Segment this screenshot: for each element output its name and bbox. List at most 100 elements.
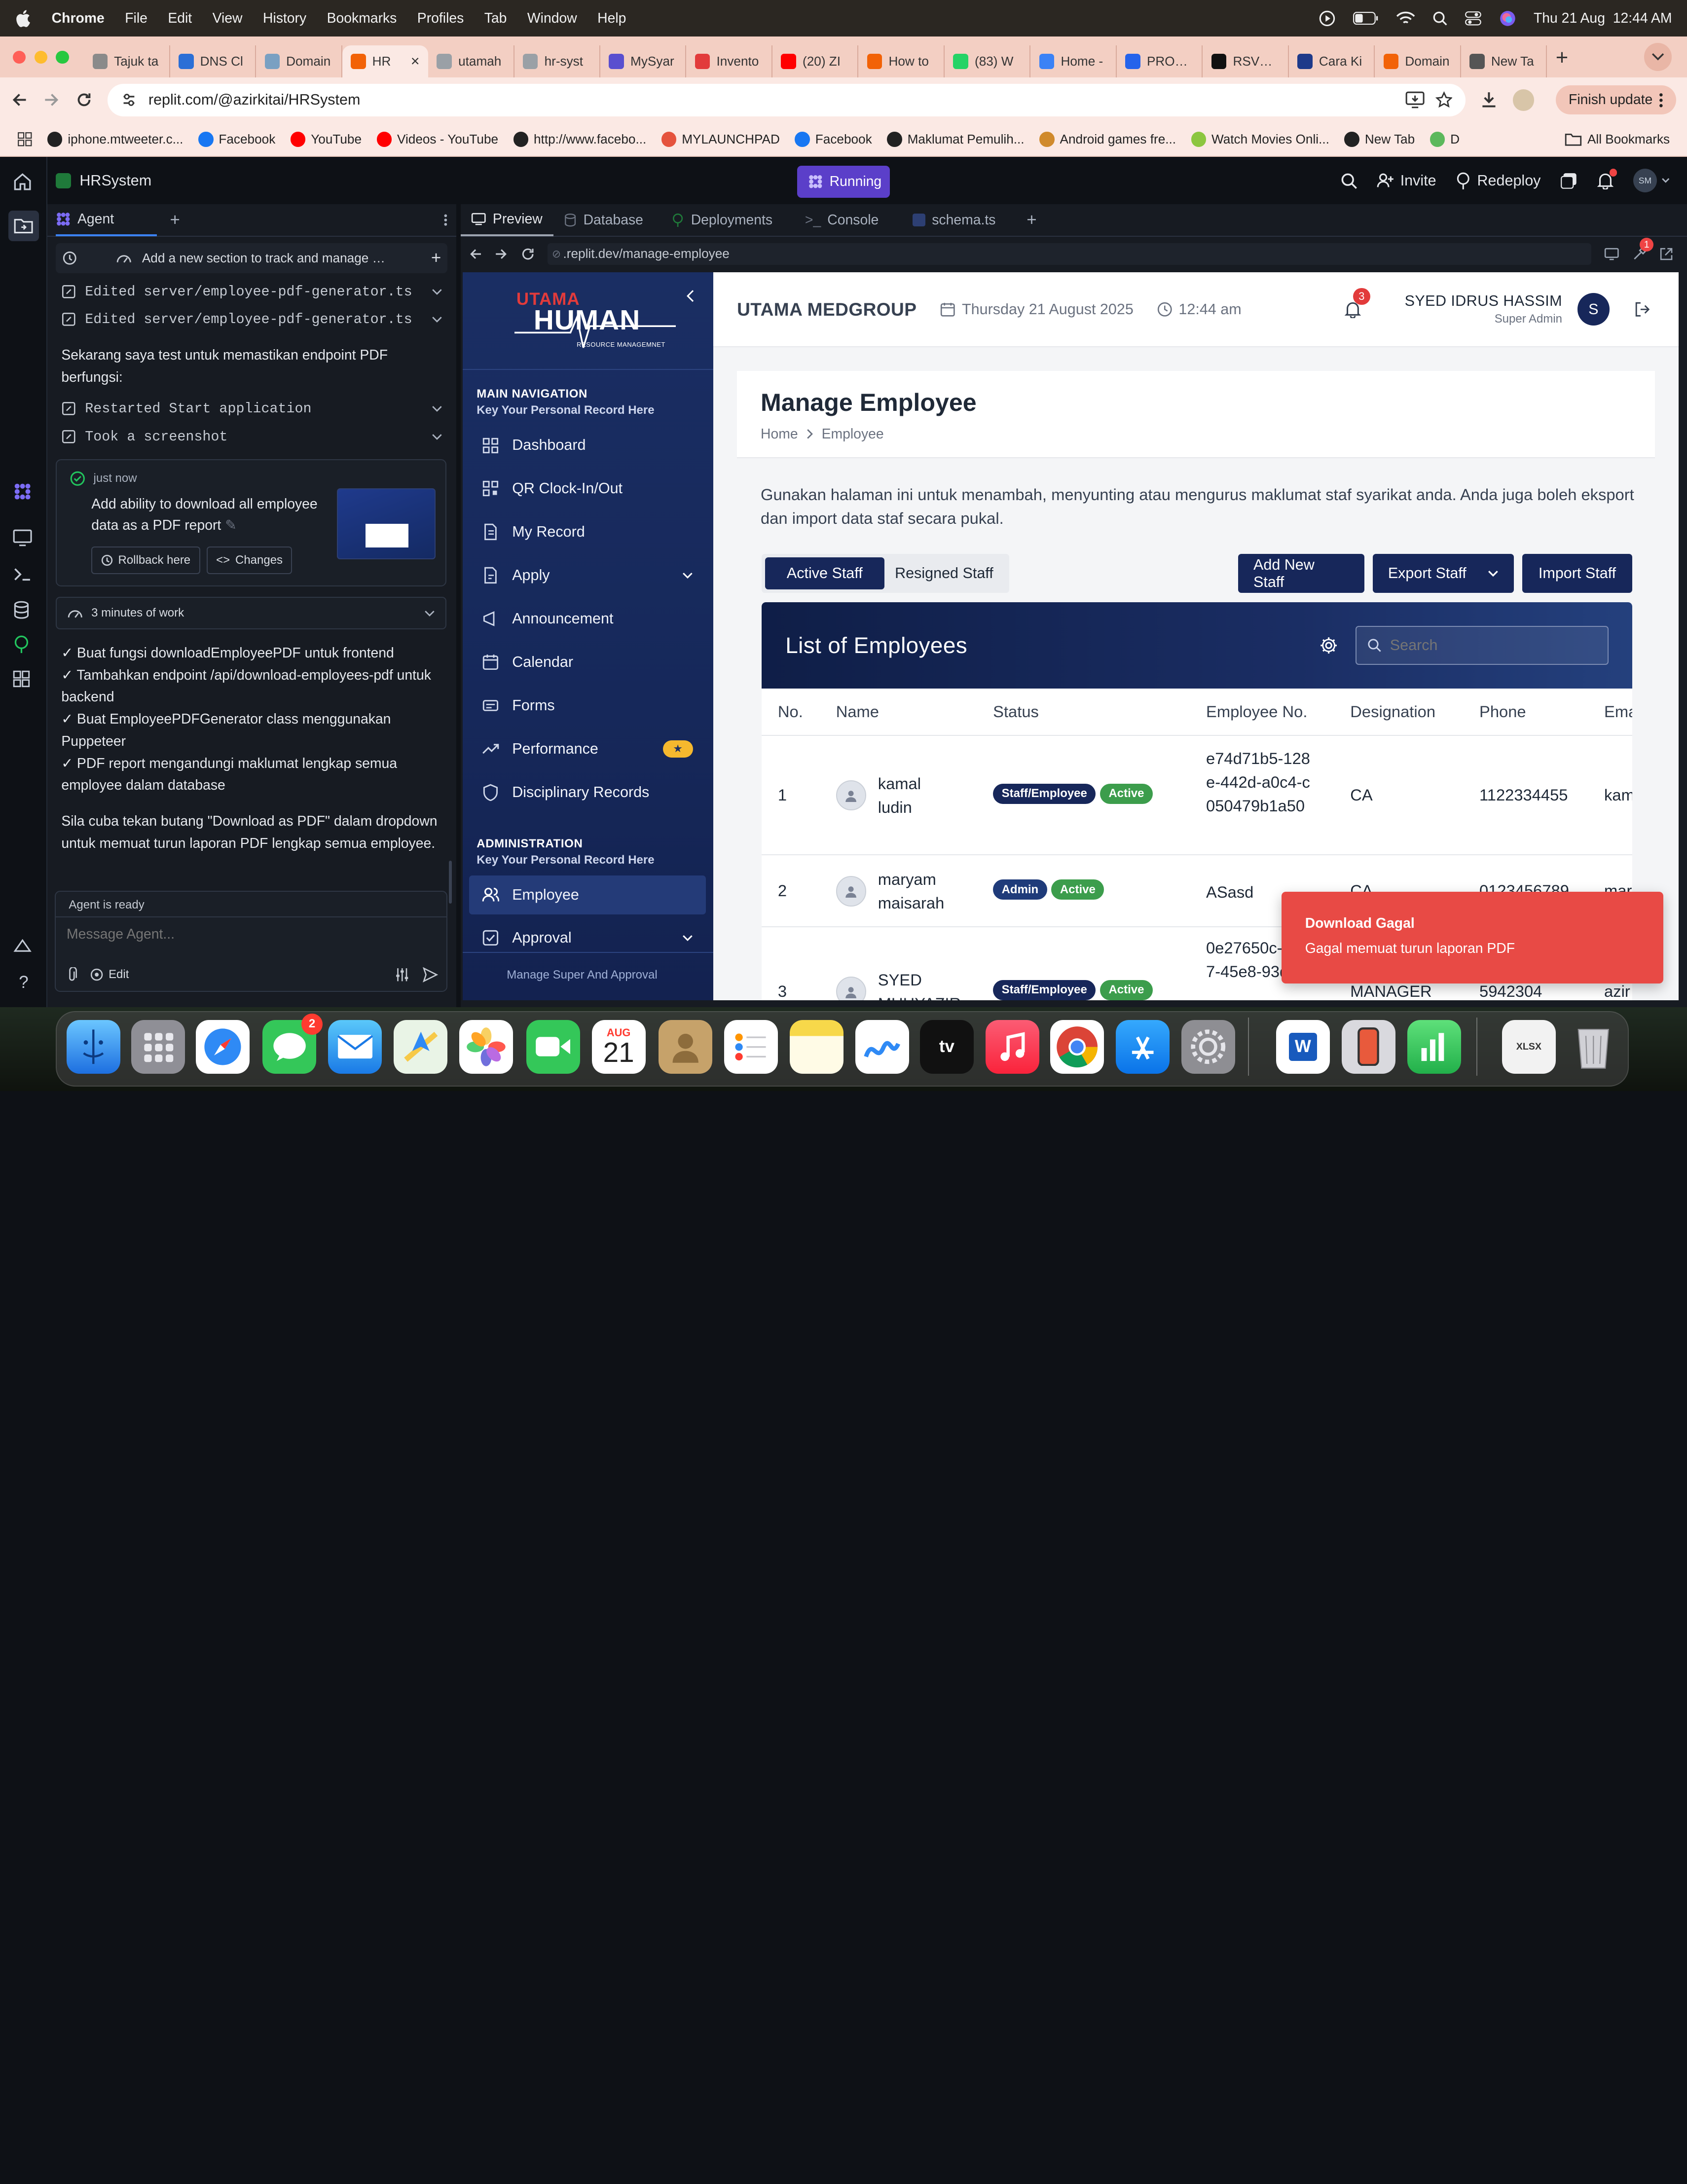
agent-action-row[interactable]: Took a screenshot xyxy=(47,423,456,451)
menu-edit[interactable]: Edit xyxy=(168,10,192,27)
browser-tab[interactable]: hr-syst xyxy=(514,45,600,78)
bookmark-item[interactable]: New Tab xyxy=(1344,132,1415,147)
sidebar-item-qr-clock-in-out[interactable]: QR Clock-In/Out xyxy=(477,470,699,509)
xlsx-file-icon[interactable]: XLSX xyxy=(1502,1019,1556,1074)
open-external-icon[interactable] xyxy=(1660,248,1673,260)
add-tab-icon[interactable]: + xyxy=(170,210,180,230)
menu-bookmarks[interactable]: Bookmarks xyxy=(327,10,397,27)
home-icon[interactable] xyxy=(13,172,35,194)
sidebar-item-calendar[interactable]: Calendar xyxy=(477,643,699,682)
redeploy-button[interactable]: Redeploy xyxy=(1456,172,1540,189)
screenshot-thumbnail[interactable] xyxy=(336,488,436,559)
menu-file[interactable]: File xyxy=(125,10,147,27)
console-icon[interactable] xyxy=(13,566,35,587)
tab-deployments[interactable]: Deployments xyxy=(661,204,794,236)
menu-history[interactable]: History xyxy=(263,10,306,27)
theme-icon[interactable] xyxy=(13,938,35,960)
user-info[interactable]: SYED IDRUS HASSIM Super Admin xyxy=(1405,292,1562,326)
bookmark-item[interactable]: MYLAUNCHPAD xyxy=(661,132,780,147)
agent-action-row[interactable]: Edited server/employee-pdf-generator.ts xyxy=(47,305,456,333)
tools-icon[interactable]: 1 xyxy=(1632,238,1654,261)
spotlight-icon[interactable] xyxy=(1432,11,1448,26)
bookmark-item[interactable]: Watch Movies Onli... xyxy=(1191,132,1329,147)
system-settings-icon[interactable] xyxy=(1181,1019,1235,1074)
maps-icon[interactable] xyxy=(394,1019,448,1074)
logout-icon[interactable] xyxy=(1635,302,1650,317)
close-tab-icon[interactable]: × xyxy=(411,53,420,70)
play-icon[interactable] xyxy=(1319,10,1336,27)
column-header-employee-no[interactable]: Employee No. xyxy=(1206,702,1307,721)
search-input[interactable] xyxy=(1390,637,1584,655)
tab-active-staff[interactable]: Active Staff xyxy=(765,557,884,590)
checkpoint-header[interactable]: Add a new section to track and manage em… xyxy=(56,243,448,273)
panel-menu-icon[interactable] xyxy=(443,214,448,226)
appstore-icon[interactable] xyxy=(1115,1019,1170,1074)
menu-help[interactable]: Help xyxy=(597,10,626,27)
sidebar-item-dashboard[interactable]: Dashboard xyxy=(477,426,699,465)
minimize-window-button[interactable] xyxy=(34,50,47,64)
invite-button[interactable]: Invite xyxy=(1377,172,1436,189)
close-window-button[interactable] xyxy=(13,50,26,64)
manage-super-approval-link[interactable]: Manage Super And Approval xyxy=(507,968,657,982)
message-input[interactable] xyxy=(67,926,433,943)
clock-text[interactable]: Thu 21 Aug 12:44 AM xyxy=(1534,10,1672,27)
changes-button[interactable]: <> Changes xyxy=(206,546,293,575)
bookmark-item[interactable]: Facebook xyxy=(198,132,275,147)
sidebar-item-performance[interactable]: Performance ★ xyxy=(477,729,699,768)
edit-mode-button[interactable]: Edit xyxy=(90,968,129,982)
zoom-window-button[interactable] xyxy=(56,50,69,64)
utama-human-logo[interactable]: UTAMA HUMAN RESOURCE MANAGEMNET xyxy=(514,290,676,356)
notifications-icon[interactable] xyxy=(1597,169,1617,189)
user-avatar[interactable]: S xyxy=(1577,293,1610,326)
forward-icon[interactable] xyxy=(43,91,60,109)
calendar-app-icon[interactable]: AUG 21 xyxy=(591,1019,646,1074)
menu-window[interactable]: Window xyxy=(527,10,577,27)
error-toast[interactable]: Download Gagal Gagal memuat turun lapora… xyxy=(1281,892,1664,983)
employee-name[interactable]: SYED MUHYAZIR xyxy=(878,968,961,1000)
window-icon[interactable] xyxy=(1560,172,1577,189)
tab-resigned-staff[interactable]: Resigned Staff xyxy=(884,557,1004,589)
agent-icon[interactable] xyxy=(13,482,35,504)
iphone-mirroring-icon[interactable] xyxy=(1341,1019,1395,1074)
contacts-icon[interactable] xyxy=(658,1019,712,1074)
tab-console[interactable]: >_ Console xyxy=(794,204,902,236)
add-new-staff-button[interactable]: Add New Staff xyxy=(1238,554,1364,593)
browser-tab[interactable]: Tajuk ta xyxy=(84,45,170,78)
database-icon[interactable] xyxy=(13,600,35,622)
collapse-sidebar-icon[interactable] xyxy=(686,290,695,302)
music-icon[interactable] xyxy=(985,1019,1039,1074)
agent-action-row[interactable]: Edited server/employee-pdf-generator.ts xyxy=(47,278,456,306)
launchpad-icon[interactable] xyxy=(131,1019,185,1074)
browser-tab[interactable]: (20) ZI xyxy=(772,45,859,78)
column-header-status[interactable]: Status xyxy=(993,702,1039,721)
help-icon[interactable]: ? xyxy=(13,973,35,994)
numbers-icon[interactable] xyxy=(1407,1019,1461,1074)
reload-icon[interactable] xyxy=(521,247,535,261)
sidebar-item-announcement[interactable]: Announcement xyxy=(477,599,699,638)
deployments-icon[interactable] xyxy=(13,635,35,656)
send-icon[interactable] xyxy=(423,967,438,983)
finish-update-button[interactable]: Finish update xyxy=(1555,85,1677,115)
import-staff-button[interactable]: Import Staff xyxy=(1522,554,1632,593)
menu-tab[interactable]: Tab xyxy=(484,10,507,27)
appletv-icon[interactable]: tv xyxy=(919,1019,974,1074)
profile-avatar[interactable] xyxy=(1512,89,1535,111)
settings-gear-icon[interactable] xyxy=(1319,636,1338,655)
bookmark-item[interactable]: iphone.mtweeter.c... xyxy=(47,132,183,147)
sidebar-item-disciplinary-records[interactable]: Disciplinary Records xyxy=(477,773,699,812)
breadcrumb-home[interactable]: Home xyxy=(761,426,798,442)
search-field[interactable] xyxy=(1356,626,1609,665)
reminders-icon[interactable] xyxy=(724,1019,778,1074)
browser-tab[interactable]: MySyar xyxy=(600,45,687,78)
bell-icon[interactable]: 3 xyxy=(1344,288,1370,318)
back-icon[interactable] xyxy=(11,91,28,109)
install-app-icon[interactable] xyxy=(1405,91,1425,109)
table-row[interactable]: 1 kamal ludin Staff/Employee Active e74d71b5… xyxy=(762,736,1632,855)
add-pane-tab-icon[interactable]: + xyxy=(1027,210,1036,230)
freeform-icon[interactable] xyxy=(855,1019,910,1074)
menu-profiles[interactable]: Profiles xyxy=(417,10,464,27)
sidebar-item-apply[interactable]: Apply xyxy=(477,556,699,595)
agent-action-row[interactable]: Restarted Start application xyxy=(47,395,456,423)
mail-icon[interactable] xyxy=(328,1019,382,1074)
control-center-icon[interactable] xyxy=(1465,11,1482,26)
